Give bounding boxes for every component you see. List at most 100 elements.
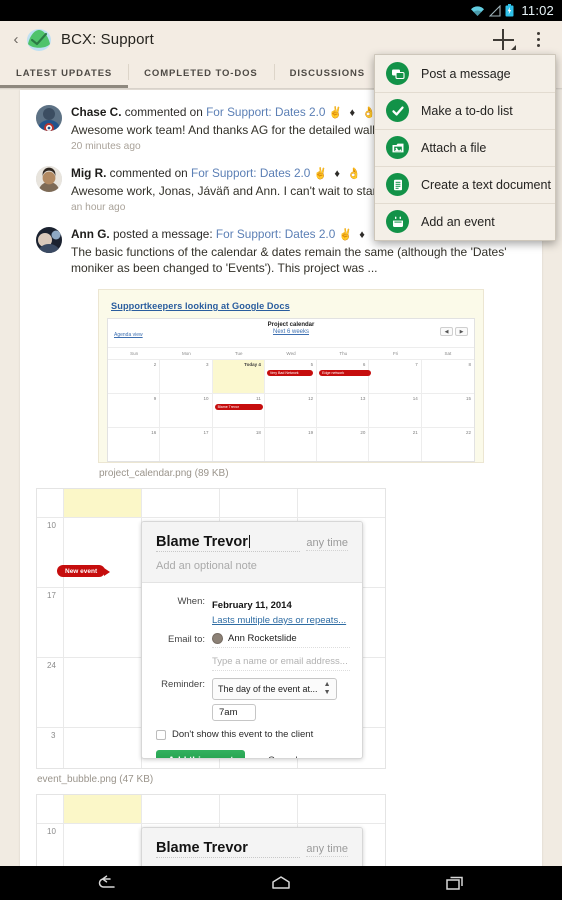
event-note-input[interactable]: Add an optional note	[156, 560, 348, 572]
event-time-input[interactable]: any time	[306, 843, 348, 857]
calendar-widget: Agenda view Project calendar Next 6 week…	[107, 318, 475, 462]
up-navigation-icon[interactable]: ‹	[10, 31, 22, 48]
calendar-day-cell[interactable]: 16	[108, 427, 161, 461]
tab-discussions[interactable]: DISCUSSIONS	[273, 58, 381, 88]
calendar-day-cell[interactable]: 8	[421, 359, 474, 393]
signal-icon	[489, 4, 501, 17]
calendar-day-cell[interactable]: 21	[369, 427, 422, 461]
calendar-day-cell[interactable]: 19	[264, 427, 318, 461]
menu-item-add-an-event[interactable]: Add an event	[375, 203, 555, 240]
calendar-day-cell[interactable]: 15	[421, 393, 474, 427]
overflow-menu-button[interactable]	[524, 21, 552, 58]
message-icon	[386, 62, 409, 85]
home-icon[interactable]	[264, 866, 298, 900]
status-bar: 11:02	[0, 0, 562, 21]
day-header: Sat	[444, 351, 452, 356]
calendar-day-cell[interactable]: 7	[369, 359, 422, 393]
event-popover-header: Blame Trevor any time Add an optional no…	[142, 522, 362, 583]
calendar-range-link[interactable]: Next 6 weeks	[108, 329, 474, 335]
calendar-day-cell[interactable]: 11 Blame Trevor	[212, 393, 265, 427]
tab-latest-updates[interactable]: LATEST UPDATES	[0, 58, 129, 88]
calendar-nav: ◀ ▶	[440, 327, 468, 336]
calendar-day-cell[interactable]: 6 Edge network	[317, 359, 372, 393]
calendar-event[interactable]: Blame Trevor	[214, 404, 263, 410]
repeat-link[interactable]: Lasts multiple days or repeats...	[212, 615, 350, 626]
reminder-value-group: The day of the event at... ▲ ▼ 7am	[212, 678, 350, 721]
recents-icon[interactable]	[438, 866, 472, 900]
day-header: Mon	[182, 351, 191, 356]
menu-item-label: Make a to-do list	[421, 103, 513, 118]
reminder-select[interactable]: The day of the event at... ▲ ▼	[212, 678, 337, 700]
calendar-day-cell[interactable]: 14	[369, 393, 422, 427]
calendar-day-cell[interactable]: 12	[264, 393, 318, 427]
calendar-day-cell-today[interactable]: Today 4	[212, 359, 265, 393]
day-number: 2	[153, 362, 157, 367]
email-input[interactable]: Type a name or email address...	[212, 652, 350, 671]
status-bar-clock: 11:02	[521, 3, 554, 18]
day-number: 10	[47, 521, 56, 530]
attachment-event-bubble[interactable]: 10 17 24 3 New event Blame Trevor any ti…	[36, 488, 526, 785]
menu-item-create-a-text-document[interactable]: Create a text document	[375, 166, 555, 203]
when-value-group: February 11, 2014 Lasts multiple days or…	[212, 595, 350, 626]
day-number: 19	[308, 430, 314, 435]
day-number: 20	[360, 430, 366, 435]
post-subject-link[interactable]: For Support: Dates 2.0	[191, 166, 310, 180]
event-title-row: Blame Trevor any time	[156, 840, 348, 858]
calendar-day-cell[interactable]: 10	[160, 393, 213, 427]
day-number: 13	[360, 396, 366, 401]
hide-from-client-checkbox[interactable]: Don't show this event to the client	[156, 729, 350, 740]
when-date: February 11, 2014	[212, 600, 292, 611]
back-icon[interactable]	[90, 866, 124, 900]
calendar-day-cell[interactable]: 17	[160, 427, 213, 461]
calendar-day-cell[interactable]: 9	[108, 393, 161, 427]
new-event-badge[interactable]: New event	[57, 565, 111, 577]
calendar-event[interactable]: Very Bad Network	[266, 370, 313, 376]
calendar-day-cell[interactable]: 22	[421, 427, 474, 461]
calendar-event[interactable]: Edge network	[319, 370, 372, 376]
day-number: 14	[412, 396, 418, 401]
overflow-dot	[536, 32, 540, 35]
attachment-event-bubble-partial[interactable]: 10 New event Blame Trevor any time Add a…	[36, 794, 526, 867]
menu-item-post-a-message[interactable]: Post a message	[375, 55, 555, 92]
cancel-link[interactable]: Cancel	[268, 755, 298, 758]
post-subject-link[interactable]: For Support: Dates 2.0	[216, 227, 335, 241]
reaction-emoji: ✌️ ♦ 👌	[328, 107, 378, 119]
attach-file-icon	[386, 136, 409, 159]
day-header: Fri	[392, 351, 399, 356]
calendar-day-cell[interactable]: 3	[160, 359, 213, 393]
screen: 11:02 ‹ BCX: Support LATEST UPDATES COMP…	[0, 0, 562, 900]
event-title-input[interactable]: Blame Trevor	[156, 534, 301, 552]
event-popover: Blame Trevor any time Add an optional no…	[141, 521, 363, 759]
day-number: 3	[206, 362, 209, 367]
attachment-project-calendar[interactable]: Supportkeepers looking at Google Docs Ag…	[98, 289, 526, 479]
day-number: 15	[465, 396, 471, 401]
attachment-caption: event_bubble.png (47 KB)	[37, 774, 154, 785]
menu-item-attach-a-file[interactable]: Attach a file	[375, 129, 555, 166]
menu-item-make-a-to-do-list[interactable]: Make a to-do list	[375, 92, 555, 129]
text-document-icon	[386, 173, 409, 196]
event-popover-footer: Add this event or Cancel	[154, 750, 350, 758]
reminder-time-input[interactable]: 7am	[212, 704, 256, 721]
check-icon	[386, 99, 409, 122]
calendar-day-cell[interactable]: 2	[108, 359, 161, 393]
plus-icon-vertical	[502, 29, 504, 50]
checkbox-label: Don't show this event to the client	[172, 729, 314, 740]
recipient-chip[interactable]: Ann Rocketslide	[212, 633, 350, 648]
avatar	[36, 227, 62, 253]
calendar-day-cell[interactable]: 13	[317, 393, 370, 427]
post-action: posted a message:	[112, 227, 213, 241]
add-event-button[interactable]: Add this event	[156, 750, 246, 758]
prev-week-icon[interactable]: ◀	[440, 327, 453, 336]
calendar-grid: 2 3 Today 4 5 Very Bad Network 6 Edge netw…	[108, 359, 474, 461]
next-week-icon[interactable]: ▶	[455, 327, 468, 336]
event-bubble-screenshot-partial: 10 New event Blame Trevor any time Add a…	[36, 794, 386, 867]
calendar-day-cell[interactable]: 18	[212, 427, 265, 461]
calendar-day-cell[interactable]: 20	[317, 427, 370, 461]
add-button[interactable]	[486, 21, 520, 58]
event-time-input[interactable]: any time	[306, 537, 348, 551]
calendar-day-cell[interactable]: 5 Very Bad Network	[264, 359, 318, 393]
tab-completed-todos[interactable]: COMPLETED TO-DOS	[128, 58, 273, 88]
text-cursor-icon	[248, 535, 250, 548]
event-title-input[interactable]: Blame Trevor	[156, 840, 301, 858]
post-subject-link[interactable]: For Support: Dates 2.0	[206, 105, 325, 119]
